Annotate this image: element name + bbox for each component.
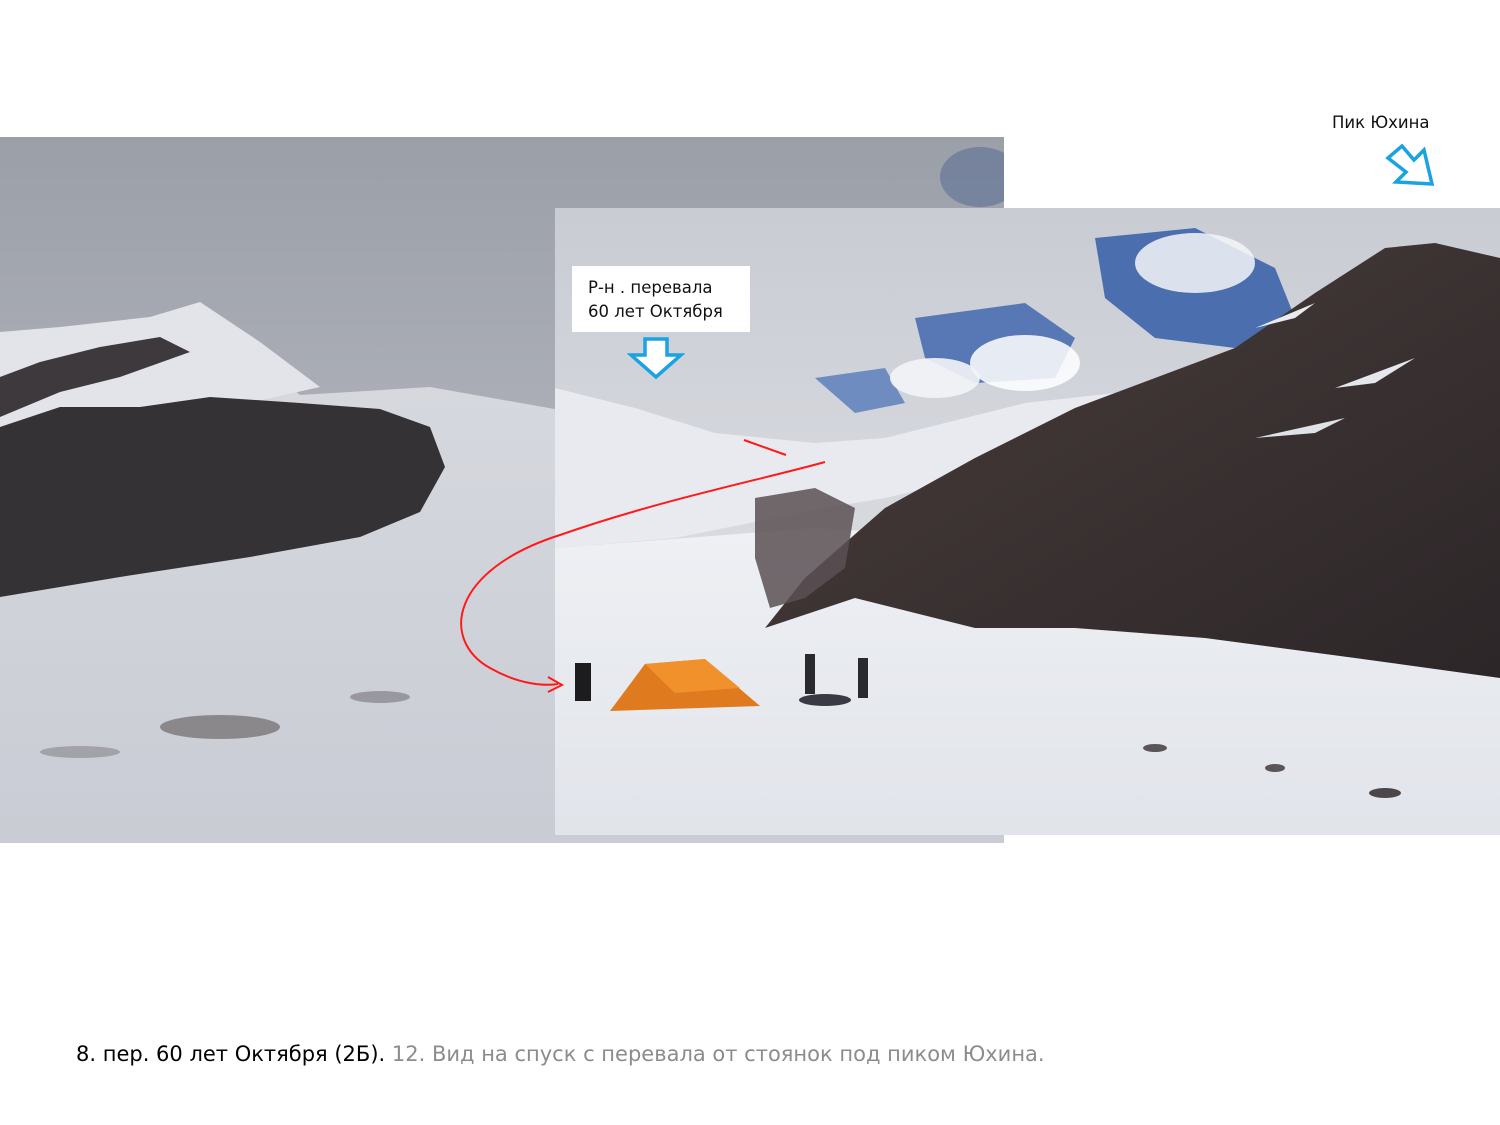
- pass-area-label: Р-н . перевала 60 лет Октября: [572, 266, 750, 332]
- arrow-down-icon: [627, 337, 685, 379]
- arrow-down-right-icon: [1385, 144, 1435, 186]
- caption: 8. пер. 60 лет Октября (2Б). 12. Вид на …: [76, 1042, 1045, 1066]
- caption-secondary: 12. Вид на спуск с перевала от стоянок п…: [391, 1042, 1045, 1066]
- pass-area-line1: Р-н . перевала: [588, 278, 713, 297]
- caption-primary: 8. пер. 60 лет Октября (2Б).: [76, 1042, 386, 1066]
- peak-label: Пик Юхина: [1332, 113, 1430, 132]
- pass-area-line2: 60 лет Октября: [588, 302, 723, 321]
